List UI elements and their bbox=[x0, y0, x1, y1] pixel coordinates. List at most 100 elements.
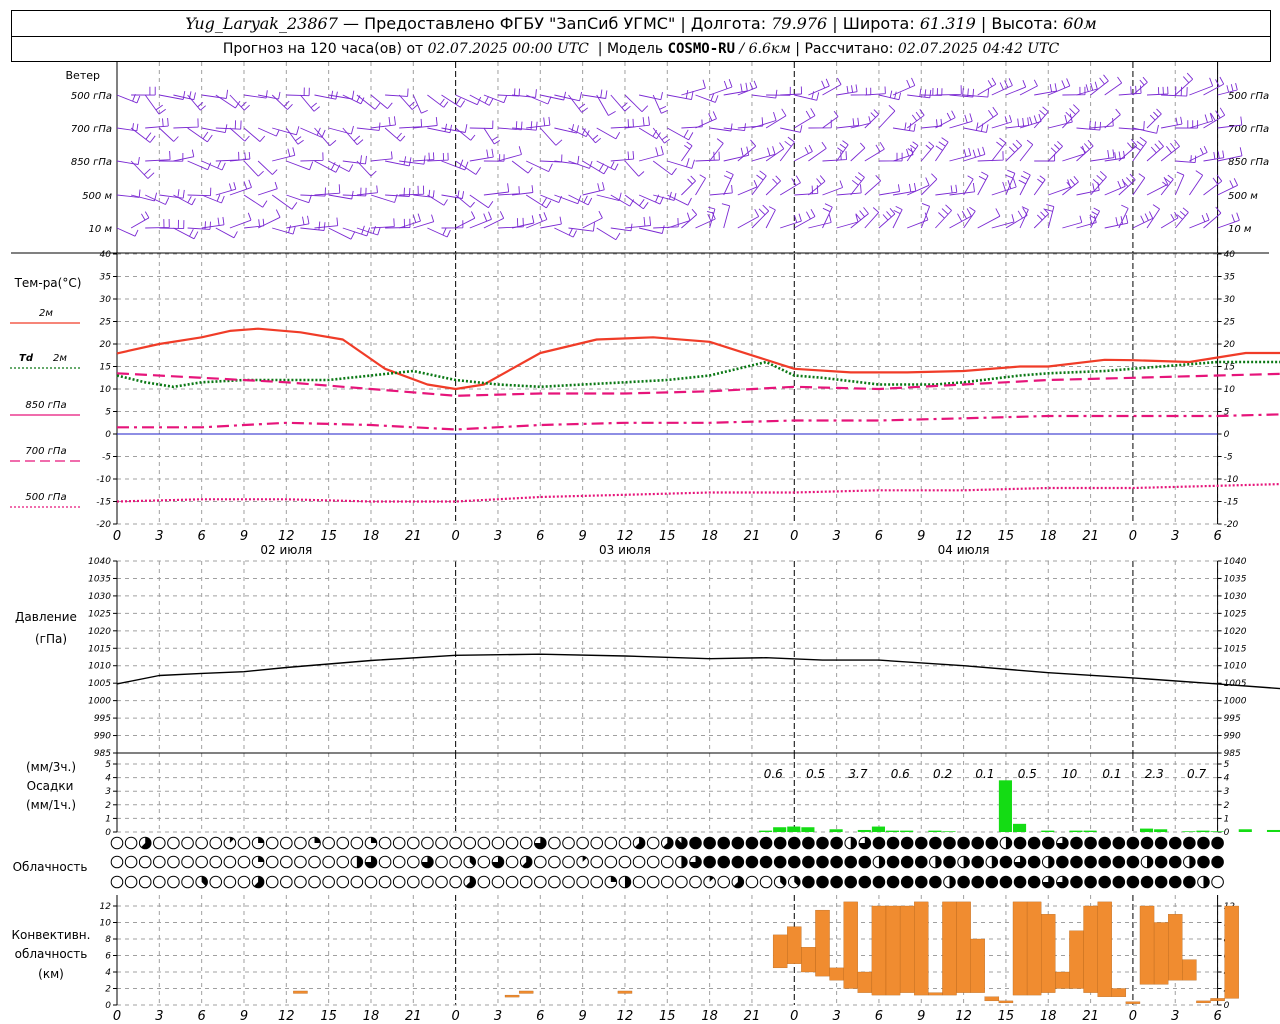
wind-barb bbox=[1090, 149, 1115, 162]
x-tick-label: 3 bbox=[1171, 529, 1179, 544]
wind-barb bbox=[850, 172, 865, 196]
temp-tick-label: 40 bbox=[100, 250, 112, 260]
cloud-symbol bbox=[943, 855, 956, 869]
cloud-symbol bbox=[167, 875, 180, 889]
wind-barb bbox=[977, 151, 1004, 162]
wind-barb bbox=[780, 125, 803, 133]
cloud-symbol bbox=[336, 875, 350, 889]
wind-barb bbox=[991, 178, 1017, 196]
cloud-fill bbox=[1189, 856, 1196, 868]
precip-3h-label: 0.6 bbox=[764, 767, 783, 781]
x-tick-label: 9 bbox=[917, 529, 925, 544]
cloud-symbol bbox=[844, 855, 858, 869]
cloudiness-panel: Облачность bbox=[13, 836, 1224, 889]
cloud-fill bbox=[1005, 837, 1012, 849]
wind-barb bbox=[706, 206, 716, 229]
cloud-symbol bbox=[689, 836, 702, 850]
precip-bar bbox=[1210, 831, 1224, 832]
wind-barb bbox=[370, 94, 393, 109]
cloud-symbol bbox=[604, 836, 618, 850]
cloud-symbol bbox=[505, 836, 519, 850]
wind-barb bbox=[187, 127, 213, 143]
wind-barb bbox=[850, 207, 869, 229]
wind-barb bbox=[737, 80, 758, 96]
wind-barb bbox=[878, 184, 901, 196]
cloud-symbol bbox=[1027, 855, 1041, 869]
wind-barb bbox=[229, 212, 252, 229]
cloud-symbol bbox=[350, 836, 364, 850]
precip-3h-label: 3.7 bbox=[848, 767, 867, 781]
x-tick-label: 21 bbox=[1082, 529, 1099, 544]
cloud-symbol bbox=[858, 875, 872, 889]
precip-3h-label: 0.1 bbox=[975, 767, 994, 781]
wind-barb bbox=[525, 194, 552, 209]
wind-barb bbox=[709, 184, 733, 196]
wind-barb bbox=[1062, 215, 1083, 229]
cloud-symbol bbox=[943, 836, 956, 850]
td2m-line bbox=[116, 360, 1280, 389]
legend-td: 2м bbox=[53, 353, 67, 364]
cloud-symbol bbox=[985, 836, 999, 850]
cloud-symbol bbox=[449, 855, 462, 869]
cloud-symbol bbox=[308, 855, 321, 869]
cloud-symbol bbox=[435, 855, 448, 869]
x-tick-label: 6 bbox=[198, 529, 206, 544]
wind-barb bbox=[413, 214, 435, 229]
cloud-symbol bbox=[1197, 855, 1210, 869]
conv-unit: (км) bbox=[38, 967, 64, 981]
cloud-symbol bbox=[1211, 836, 1224, 850]
wind-barb bbox=[624, 160, 645, 177]
wind-barb bbox=[257, 181, 278, 196]
wind-barb bbox=[596, 127, 621, 140]
conv-bar bbox=[504, 994, 520, 998]
temp-tick-label: -10 bbox=[1224, 475, 1239, 485]
cloud-symbol bbox=[463, 836, 477, 850]
wind-barb bbox=[1005, 139, 1023, 162]
conv-bar bbox=[1069, 930, 1084, 989]
cloud-symbol bbox=[435, 875, 448, 889]
wind-barb bbox=[653, 217, 679, 229]
conv-bar bbox=[984, 996, 1000, 1002]
temp-tick-label: -5 bbox=[1224, 453, 1233, 463]
wind-barb bbox=[243, 194, 268, 208]
cloud-symbol bbox=[844, 875, 858, 889]
wind-barb bbox=[864, 174, 882, 196]
wind-barb bbox=[949, 208, 972, 229]
wind-barb bbox=[427, 227, 451, 238]
temp-tick-label: -20 bbox=[1224, 520, 1239, 530]
cloud-symbol bbox=[971, 875, 985, 889]
wind-barb bbox=[1033, 208, 1050, 229]
temp-tick-label: 30 bbox=[100, 295, 112, 305]
precip-bar bbox=[1154, 829, 1168, 832]
temperature-panel: -20 -20-15 -15-10 -10-5 -50 05 510 1015 1520 2025… bbox=[10, 250, 1280, 557]
cloud-symbol bbox=[1126, 875, 1140, 889]
cloud-symbol bbox=[787, 855, 801, 869]
wind-barb bbox=[469, 194, 494, 209]
cloud-symbol bbox=[1112, 836, 1126, 850]
cloud-symbol bbox=[1041, 836, 1055, 850]
wind-barb bbox=[384, 127, 406, 142]
x-tick-label: 12 bbox=[617, 529, 634, 544]
wind-barb bbox=[737, 139, 757, 162]
cloud-symbol bbox=[816, 836, 829, 850]
wind-barb bbox=[314, 217, 339, 229]
pressure-tick-label: 1005 bbox=[88, 679, 111, 689]
cloud-symbol bbox=[646, 875, 660, 889]
wind-barb bbox=[1018, 170, 1031, 196]
cloud-fill bbox=[1147, 856, 1153, 868]
wind-barb bbox=[935, 85, 962, 96]
wind-barb bbox=[1048, 113, 1073, 129]
wind-barb bbox=[1118, 121, 1145, 131]
wind-barb bbox=[1076, 120, 1102, 131]
cloud-symbol bbox=[886, 836, 900, 850]
precip-3h-label: 0.1 bbox=[1102, 767, 1121, 781]
wind-barb bbox=[721, 203, 731, 229]
wind-barb bbox=[695, 211, 716, 229]
wind-barb bbox=[794, 108, 816, 129]
precip-bar bbox=[829, 829, 843, 832]
wind-barb bbox=[751, 89, 778, 99]
wind-barb bbox=[991, 114, 1013, 129]
pressure-tick-label: 1040 bbox=[88, 557, 111, 567]
cloud-symbol bbox=[1168, 875, 1182, 889]
cloud-symbol bbox=[1126, 855, 1140, 869]
